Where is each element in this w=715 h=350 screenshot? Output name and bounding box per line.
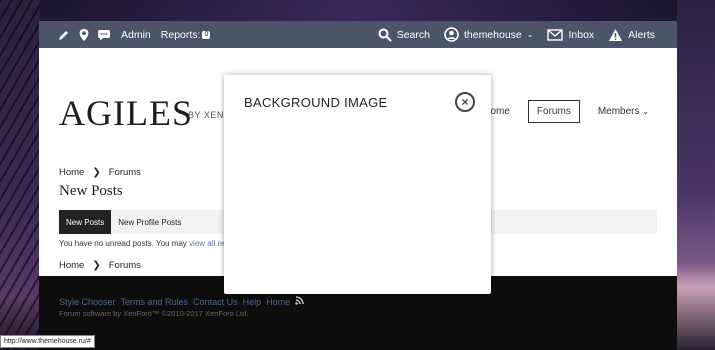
rss-icon[interactable]: [295, 296, 304, 307]
browser-status-url: http://www.themehouse.ru/#: [0, 335, 95, 348]
footer-link-home[interactable]: Home: [266, 297, 290, 307]
map-pin-icon[interactable]: [77, 28, 91, 42]
mail-icon: [547, 28, 564, 41]
no-unread-message: You have no unread posts. You may view a…: [59, 239, 238, 248]
page-title: New Posts: [59, 183, 123, 199]
nav-tab-members[interactable]: Members ⌄: [590, 101, 657, 122]
alerts-button[interactable]: Alerts: [608, 28, 655, 42]
inbox-label: Inbox: [568, 28, 595, 41]
background-city: [677, 0, 715, 350]
background-bridge: [0, 0, 40, 350]
breadcrumb-forums[interactable]: Forums: [109, 260, 141, 271]
search-icon: [378, 28, 392, 42]
modal-title: BACKGROUND IMAGE: [244, 95, 388, 110]
chevron-right-icon: ❯: [92, 260, 101, 271]
chevron-right-icon: ❯: [92, 167, 101, 178]
footer-link-style-chooser[interactable]: Style Chooser: [59, 297, 116, 307]
main-navigation: Home Forums Members ⌄: [475, 100, 657, 123]
reports-link[interactable]: Reports: 0: [161, 29, 211, 41]
warning-icon: [609, 28, 623, 41]
background-image-modal: BACKGROUND IMAGE ×: [224, 75, 491, 294]
chevron-down-icon: ⌄: [526, 30, 534, 39]
pencil-icon[interactable]: [57, 28, 71, 42]
tab-new-profile-posts[interactable]: New Profile Posts: [111, 210, 188, 234]
navbar-left: Admin Reports: 0: [57, 28, 211, 42]
footer-copyright: Forum software by XenForo™ ©2010-2017 Xe…: [59, 309, 249, 318]
chat-icon[interactable]: [97, 28, 111, 42]
navbar-right: Search themehouse ⌄ Inbox Alerts: [378, 27, 677, 42]
reports-count-badge: 0: [202, 30, 211, 39]
nav-tab-members-label: Members: [597, 106, 640, 117]
user-circle-icon: [444, 27, 459, 42]
footer-link-terms[interactable]: Terms and Rules: [121, 297, 189, 307]
user-name: themehouse: [463, 28, 522, 41]
breadcrumb-home[interactable]: Home: [59, 167, 84, 178]
breadcrumb-bottom: Home ❯ Forums: [59, 260, 141, 271]
user-menu[interactable]: themehouse ⌄: [444, 27, 534, 42]
search-label: Search: [396, 28, 430, 41]
close-icon[interactable]: ×: [455, 92, 475, 112]
breadcrumb-home[interactable]: Home: [59, 260, 84, 271]
search-button[interactable]: Search: [378, 28, 430, 42]
nav-tab-forums[interactable]: Forums: [527, 100, 580, 123]
no-unread-text: You have no unread posts. You may: [59, 239, 187, 248]
breadcrumb: Home ❯ Forums: [59, 167, 141, 178]
alerts-label: Alerts: [628, 28, 655, 41]
reports-label: Reports:: [160, 28, 201, 41]
inbox-button[interactable]: Inbox: [547, 29, 594, 41]
admin-link[interactable]: Admin: [121, 29, 151, 41]
footer-link-contact[interactable]: Contact Us: [193, 297, 238, 307]
footer-link-help[interactable]: Help: [243, 297, 262, 307]
breadcrumb-forums[interactable]: Forums: [109, 167, 141, 178]
footer-links: Style Chooser Terms and Rules Contact Us…: [59, 296, 304, 307]
tab-new-posts[interactable]: New Posts: [59, 210, 112, 234]
top-navbar: Admin Reports: 0 Search themehouse ⌄ Inbo…: [39, 21, 677, 48]
site-logo[interactable]: AGILES: [59, 92, 193, 134]
chevron-down-icon: ⌄: [642, 107, 649, 116]
